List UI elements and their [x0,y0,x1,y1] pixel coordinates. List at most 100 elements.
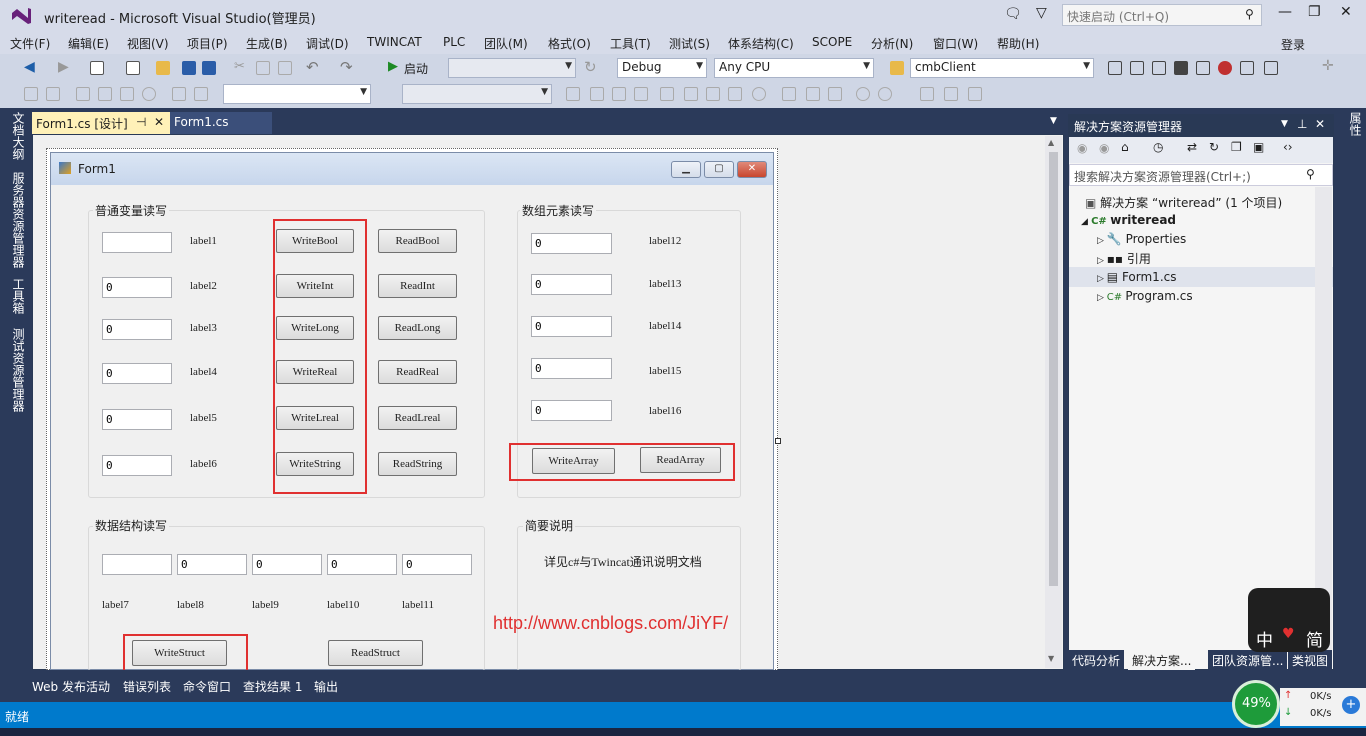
format-icon-11[interactable] [612,87,626,101]
code-view-icon[interactable]: ‹› [1283,140,1293,154]
panel-dropdown-icon[interactable]: ▼ [1281,119,1288,129]
struct-textbox-4[interactable] [327,554,397,575]
format-icon-17[interactable] [752,87,766,101]
close-tab-icon[interactable]: ✕ [154,115,164,129]
refresh-sol-icon[interactable]: ↻ [1209,140,1219,154]
refresh-icon[interactable]: ↻ [584,58,597,76]
read-long-button[interactable]: ReadLong [378,316,457,340]
menu-file[interactable]: 文件(F) [10,35,50,52]
menu-debug[interactable]: 调试(D) [306,35,349,52]
resize-handle[interactable] [775,438,781,444]
login-link[interactable]: 登录 [1281,36,1305,53]
start-button[interactable]: 启动 [404,60,428,77]
tab-team-explorer[interactable]: 团队资源管... [1208,650,1288,670]
platform-select[interactable]: Any CPU ▼ [714,58,874,78]
home-icon[interactable]: ⌂ [1121,140,1129,154]
struct-textbox-5[interactable] [402,554,472,575]
menu-twincat[interactable]: TWINCAT [367,35,422,49]
read-int-button[interactable]: ReadInt [378,274,457,298]
scroll-down-icon[interactable]: ▼ [1048,654,1054,663]
sol-back-icon[interactable]: ◉ [1077,141,1087,155]
format-icon-23[interactable] [920,87,934,101]
menu-team[interactable]: 团队(M) [484,35,528,52]
menu-tools[interactable]: 工具(T) [610,35,651,52]
read-real-button[interactable]: ReadReal [378,360,457,384]
format-icon-13[interactable] [660,87,674,101]
read-lreal-button[interactable]: ReadLreal [378,406,457,430]
tab-code-analysis[interactable]: 代码分析 [1068,650,1125,670]
array-textbox-3[interactable] [531,316,612,337]
filter-icon[interactable]: ▽ [1036,5,1047,21]
font-name-select[interactable]: ▼ [223,84,371,104]
format-icon-5[interactable] [120,87,134,101]
tab-toolbox[interactable]: 工具箱 [9,278,25,314]
menu-view[interactable]: 视图(V) [127,35,169,52]
back-icon[interactable]: ◀ [24,59,35,75]
tree-project[interactable]: ◢ C# writeread [1081,213,1176,227]
undo-icon[interactable]: ↶ [306,58,319,76]
maximize-button[interactable]: ❐ [1308,4,1321,20]
tool-icon-2[interactable] [1130,61,1144,75]
font-size-select[interactable]: ▼ [402,84,552,104]
normal-textbox-6[interactable] [102,455,172,476]
tool-icon-5[interactable] [1196,61,1210,75]
format-icon-18[interactable] [782,87,796,101]
menu-analyze[interactable]: 分析(N) [871,35,913,52]
format-icon-1[interactable] [24,87,38,101]
tree-form1[interactable]: ▷ ▤ Form1.cs [1097,270,1176,284]
struct-textbox-1[interactable] [102,554,172,575]
tree-program[interactable]: ▷ C# Program.cs [1097,289,1193,303]
menu-architecture[interactable]: 体系结构(C) [728,35,794,52]
menu-edit[interactable]: 编辑(E) [68,35,109,52]
paste-icon[interactable] [278,61,292,75]
tab-error-list[interactable]: 错误列表 [123,678,171,695]
open-file-icon[interactable] [156,61,170,75]
format-icon-24[interactable] [944,87,958,101]
format-icon-3[interactable] [76,87,90,101]
designer-vertical-scrollbar[interactable]: ▲ ▼ [1045,136,1062,668]
tab-properties[interactable]: 属性 [1346,112,1362,136]
tab-solution-explorer[interactable]: 解决方案... [1128,650,1196,670]
menu-test[interactable]: 测试(S) [669,35,710,52]
collapse-all-icon[interactable]: ❐ [1231,140,1242,154]
array-textbox-2[interactable] [531,274,612,295]
tab-form1-design[interactable]: Form1.cs [设计] ⊣ ✕ [32,112,170,134]
format-icon-15[interactable] [706,87,720,101]
minimize-button[interactable]: — [1278,4,1292,20]
new-project-icon[interactable] [90,61,104,75]
format-icon-19[interactable] [806,87,820,101]
copy-sol-icon[interactable]: ▣ [1253,140,1264,154]
format-icon-8[interactable] [194,87,208,101]
debug-target-select[interactable]: ▼ [448,58,576,78]
tab-output[interactable]: 输出 [314,678,338,695]
read-struct-button[interactable]: ReadStruct [328,640,423,666]
format-icon-10[interactable] [590,87,604,101]
panel-close-icon[interactable]: ✕ [1315,117,1325,131]
cut-icon[interactable]: ✂ [234,59,245,74]
start-icon[interactable]: ▶ [388,59,398,74]
tab-class-view[interactable]: 类视图 [1288,650,1333,670]
array-textbox-4[interactable] [531,358,612,379]
tool-icon-8[interactable] [1264,61,1278,75]
close-button[interactable]: ✕ [1340,4,1352,20]
network-speed-gauge[interactable]: 49% [1232,680,1280,728]
tool-icon-6[interactable] [1218,61,1232,75]
solution-search-input[interactable]: 搜索解决方案资源管理器(Ctrl+;) ⚲ [1069,164,1333,186]
tree-properties[interactable]: ▷ 🔧 Properties [1097,232,1186,246]
add-icon[interactable]: + [1342,696,1360,714]
startup-project-select[interactable]: cmbClient ▼ [910,58,1094,78]
tool-icon-7[interactable] [1240,61,1254,75]
tab-find-results[interactable]: 查找结果 1 [243,678,302,695]
tree-solution-root[interactable]: ▣ 解决方案 “writeread” (1 个项目) [1085,194,1282,211]
history-icon[interactable]: ◷ [1153,140,1163,154]
menu-format[interactable]: 格式(O) [548,35,591,52]
tab-command-window[interactable]: 命令窗口 [183,678,231,695]
copy-icon[interactable] [256,61,270,75]
menu-window[interactable]: 窗口(W) [933,35,978,52]
format-icon-14[interactable] [684,87,698,101]
menu-plc[interactable]: PLC [443,35,465,49]
format-icon-7[interactable] [172,87,186,101]
normal-textbox-3[interactable] [102,319,172,340]
tab-form1-code[interactable]: Form1.cs [170,112,272,134]
tab-web-publish[interactable]: Web 发布活动 [32,678,110,695]
